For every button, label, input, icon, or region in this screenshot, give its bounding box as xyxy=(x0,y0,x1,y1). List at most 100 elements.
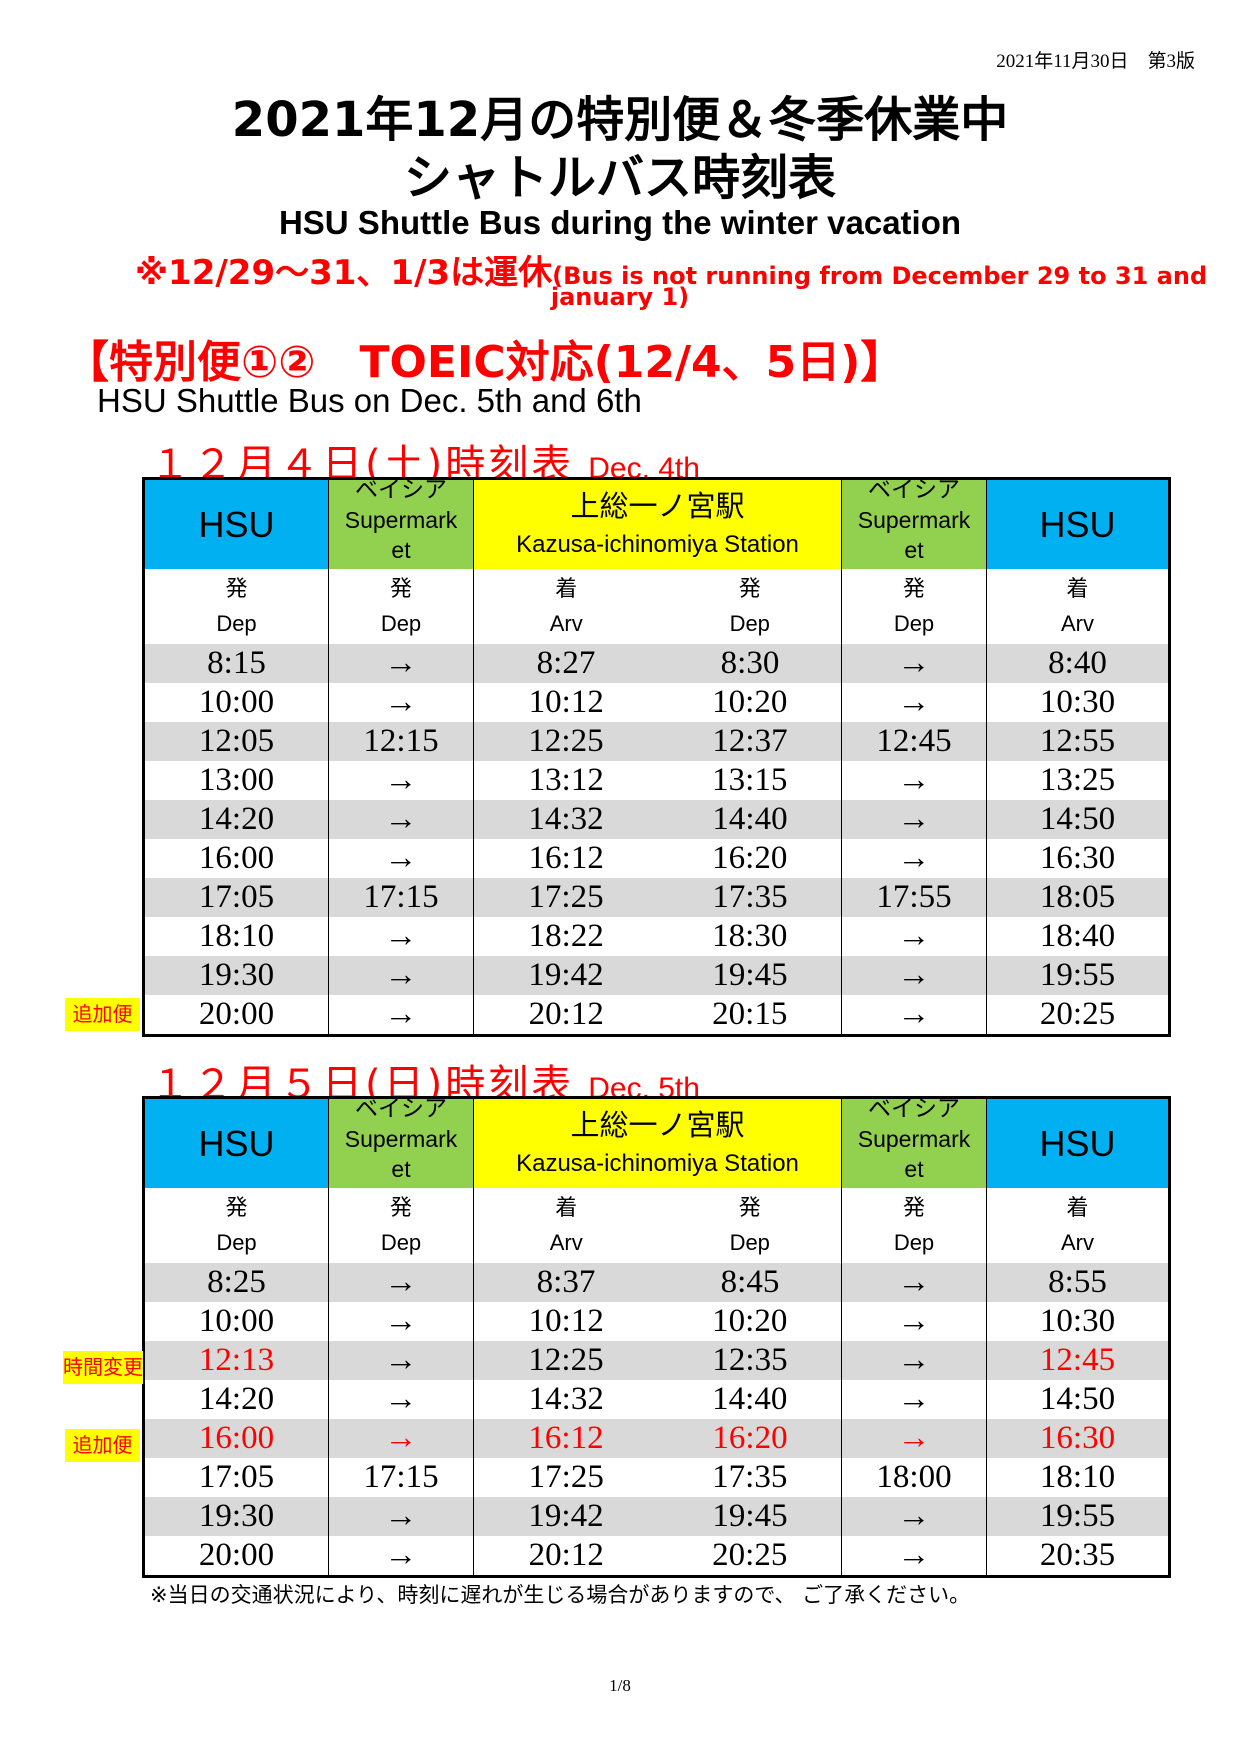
time-cell: 12:15 xyxy=(328,722,474,761)
time-cell: 12:55 xyxy=(986,722,1170,761)
time-cell: 17:25 xyxy=(473,1458,659,1497)
time-cell: 8:40 xyxy=(986,644,1170,683)
time-cell: 20:12 xyxy=(473,995,659,1036)
time-cell-extra: 16:12 xyxy=(473,1419,659,1458)
header-station: 上総一ノ宮駅 Kazusa-ichinomiya Station xyxy=(473,478,842,569)
table-row: 17:05 17:15 17:25 17:35 18:00 18:10 xyxy=(143,1458,1170,1497)
time-cell: 12:25 xyxy=(473,722,659,761)
table-row: 17:05 17:15 17:25 17:35 17:55 18:05 xyxy=(143,878,1170,917)
table-row: 16:00 → 16:12 16:20 → 16:30 xyxy=(143,839,1170,878)
time-cell: 14:32 xyxy=(473,1380,659,1419)
time-cell: 16:00 xyxy=(143,839,329,878)
subheader-arv: 着 Arv xyxy=(473,1188,659,1263)
time-cell: 10:00 xyxy=(143,683,329,722)
time-cell: → xyxy=(841,956,987,995)
subheader-dep: 発 Dep xyxy=(729,576,770,636)
time-cell: → xyxy=(328,683,474,722)
time-cell: 19:30 xyxy=(143,956,329,995)
time-cell: → xyxy=(841,1380,987,1419)
time-cell: → xyxy=(328,1536,474,1577)
time-cell: → xyxy=(328,1263,474,1302)
time-cell: 19:42 xyxy=(473,956,659,995)
header-supermarket: ベイシア Supermark et xyxy=(328,1097,474,1188)
page-title-line1: 2021年12月の特別便＆冬季休業中 xyxy=(231,92,1009,148)
time-cell: 20:35 xyxy=(986,1536,1170,1577)
time-cell-changed: 12:13 xyxy=(143,1341,329,1380)
timetable-dec4: HSU ベイシア Supermark et 上総一ノ宮駅 Kazusa-ichi… xyxy=(142,477,1171,1037)
header-supermarket-jp: ベイシア xyxy=(868,478,960,503)
time-cell: 19:30 xyxy=(143,1497,329,1536)
time-cell: → xyxy=(841,1341,987,1380)
time-cell: 18:22 xyxy=(473,917,659,956)
timetable-dec5: HSU ベイシア Supermark et 上総一ノ宮駅 Kazusa-ichi… xyxy=(142,1096,1171,1578)
time-cell: 10:20 xyxy=(712,1303,788,1339)
time-cell-changed: 12:45 xyxy=(986,1341,1170,1380)
time-cell: → xyxy=(328,1341,474,1380)
time-cell: → xyxy=(841,917,987,956)
header-station-jp: 上総一ノ宮駅 xyxy=(570,488,745,523)
section-subtitle: HSU Shuttle Bus on Dec. 5th and 6th xyxy=(97,382,642,419)
time-cell: 17:25 xyxy=(473,878,659,917)
time-cell: 8:25 xyxy=(143,1263,329,1302)
time-cell: → xyxy=(328,761,474,800)
header-station: 上総一ノ宮駅 Kazusa-ichinomiya Station xyxy=(473,1097,842,1188)
table-row: 18:10 → 18:22 18:30 → 18:40 xyxy=(143,917,1170,956)
extra-trip-label: 追加便 xyxy=(65,998,140,1031)
time-cell: 12:25 xyxy=(473,1341,659,1380)
table-row: 12:05 12:15 12:25 12:37 12:45 12:55 xyxy=(143,722,1170,761)
time-cell-extra: 16:30 xyxy=(986,1419,1170,1458)
page-title-line2: シャトルバス時刻表 xyxy=(403,150,836,206)
time-cell: → xyxy=(841,839,987,878)
time-cell: 17:55 xyxy=(841,878,987,917)
time-cell: 8:27 xyxy=(473,644,659,683)
time-cell-extra: → xyxy=(841,1419,987,1458)
time-cell: 18:10 xyxy=(143,917,329,956)
time-cell: 8:30 xyxy=(658,644,842,683)
time-cell: 14:40 xyxy=(658,800,842,839)
time-cell: → xyxy=(328,839,474,878)
time-cell: 12:45 xyxy=(841,722,987,761)
time-cell: 19:55 xyxy=(986,956,1170,995)
time-cell: 14:50 xyxy=(986,800,1170,839)
header-hsu-arv: HSU xyxy=(986,478,1170,569)
extra-trip-label: 追加便 xyxy=(65,1429,140,1462)
time-cell: 14:20 xyxy=(143,800,329,839)
time-cell: 10:20 xyxy=(712,684,788,720)
table-row: 12:13 → 12:25 12:35 → 12:45 xyxy=(143,1341,1170,1380)
time-cell: → xyxy=(841,761,987,800)
table-row: 19:30 → 19:42 19:45 → 19:55 xyxy=(143,1497,1170,1536)
time-cell: → xyxy=(841,800,987,839)
time-cell: 8:45 xyxy=(658,1263,842,1302)
time-cell: → xyxy=(841,1497,987,1536)
time-cell: 17:15 xyxy=(328,1458,474,1497)
time-cell: 14:40 xyxy=(712,1381,788,1417)
time-cell: → xyxy=(328,800,474,839)
time-cell: → xyxy=(328,1302,474,1341)
subheader-dep: 発 Dep xyxy=(328,569,474,644)
time-cell: 12:37 xyxy=(658,722,842,761)
time-cell: 16:12 xyxy=(473,839,659,878)
time-changed-label: 時間変更 xyxy=(63,1351,143,1384)
time-cell: → xyxy=(328,917,474,956)
time-cell: 19:45 xyxy=(658,956,842,995)
time-cell: 18:05 xyxy=(986,878,1170,917)
page-number: 1/8 xyxy=(609,1676,631,1695)
table-row: 10:00 → 10:12 10:20 → 10:30 xyxy=(143,1302,1170,1341)
header-supermarket-return: ベイシア Supermark et xyxy=(841,478,987,569)
table-row: 19:30 → 19:42 19:45 → 19:55 xyxy=(143,956,1170,995)
header-supermarket-en2: et xyxy=(391,536,411,563)
time-cell: → xyxy=(328,1380,474,1419)
header-supermarket: ベイシア Supermark et xyxy=(328,478,474,569)
time-cell: 14:50 xyxy=(986,1380,1170,1419)
subheader-dep: 発 Dep xyxy=(729,1195,770,1255)
table-row: 8:25 → 8:37 8:45 → 8:55 xyxy=(143,1263,1170,1302)
time-cell: 8:15 xyxy=(143,644,329,683)
time-cell: 20:00 xyxy=(143,995,329,1036)
time-cell: 10:12 xyxy=(473,1302,659,1341)
time-cell: → xyxy=(328,1497,474,1536)
time-cell: 18:10 xyxy=(986,1458,1170,1497)
time-cell-extra: → xyxy=(328,1419,474,1458)
time-cell: → xyxy=(841,1302,987,1341)
time-cell: 20:25 xyxy=(712,1537,788,1573)
table-row: 20:00 → 20:12 20:25 → 20:35 xyxy=(143,1536,1170,1577)
